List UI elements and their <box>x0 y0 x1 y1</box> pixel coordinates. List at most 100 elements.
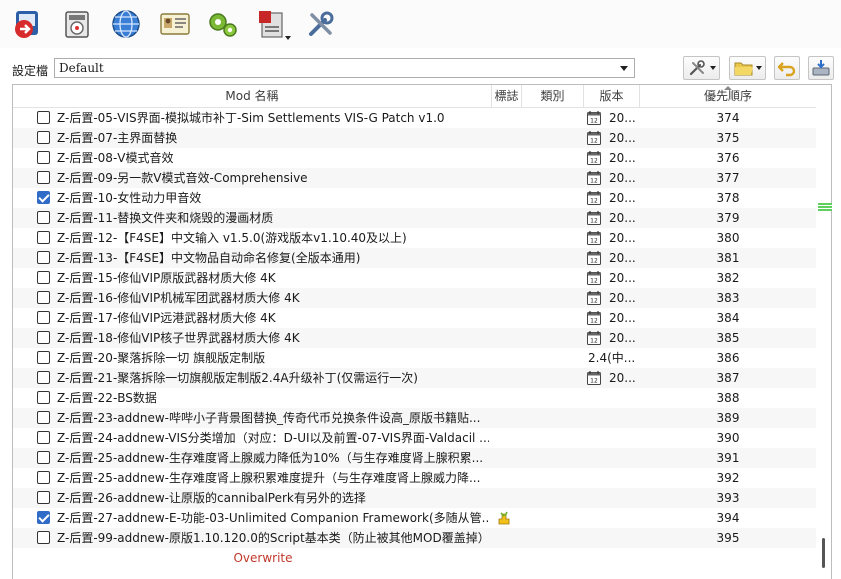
table-row[interactable]: Z-后置-18-修仙VIP核子世界武器材质大修 4K 12 20... 385 <box>13 328 816 348</box>
table-row[interactable]: Z-后置-09-另一款V模式音效-Comprehensive 12 20... 377 <box>13 168 816 188</box>
table-row[interactable]: Z-后置-20-聚落拆除一切 旗舰版定制版 2.4(中... 386 <box>13 348 816 368</box>
mod-name: Z-后置-12-【F4SE】中文输入 v1.5.0(游戏版本v1.10.40及以… <box>57 231 407 245</box>
mod-actions-button[interactable] <box>683 56 720 80</box>
overwrite-row[interactable]: Overwrite <box>13 548 513 568</box>
table-row[interactable]: Z-后置-24-addnew-VIS分类增加（对应：D-UI以及前置-07-VI… <box>13 428 816 448</box>
mod-enable-checkbox[interactable] <box>37 391 50 404</box>
table-row[interactable]: Z-后置-23-addnew-哔哔小子背景图替换_传奇代币兑换条件设高_原版书籍… <box>13 408 816 428</box>
mod-version: 20... <box>609 111 636 125</box>
create-backup-button[interactable] <box>808 56 834 80</box>
header-category[interactable]: 類別 <box>522 85 584 108</box>
restore-backup-button[interactable] <box>774 56 800 80</box>
header-priority[interactable]: 優先順序 <box>640 85 816 108</box>
mod-list: Mod 名稱 標誌 類別 版本 優先順序 Z-后置-05-VIS界面-模拟城市补… <box>12 84 832 579</box>
table-row[interactable]: Z-后置-27-addnew-E-功能-03-Unlimited Compani… <box>13 508 816 528</box>
table-row[interactable]: Z-后置-25-addnew-生存难度肾上腺积累难度提升（与生存难度肾上腺威力降… <box>13 468 816 488</box>
executables-button[interactable] <box>205 6 241 42</box>
mod-name: Z-后置-15-修仙VIP原版武器材质大修 4K <box>57 271 276 285</box>
mod-priority: 383 <box>716 291 740 305</box>
profile-select[interactable]: Default <box>54 58 635 78</box>
mod-enable-checkbox[interactable] <box>37 211 50 224</box>
mod-enable-checkbox[interactable] <box>37 271 50 284</box>
mod-version: 20... <box>609 271 636 285</box>
header-flags[interactable]: 標誌 <box>492 85 522 108</box>
table-row[interactable]: Z-后置-07-主界面替换 12 20... 375 <box>13 128 816 148</box>
header-version-label: 版本 <box>599 89 624 103</box>
undo-arrow-icon <box>777 62 796 77</box>
mod-enable-checkbox[interactable] <box>37 411 50 424</box>
mod-enable-checkbox[interactable] <box>37 151 50 164</box>
tools-menu-button[interactable] <box>255 6 291 42</box>
mod-enable-checkbox[interactable] <box>37 111 50 124</box>
chevron-down-icon <box>755 66 762 70</box>
profiles-icon <box>160 13 190 35</box>
mod-priority: 375 <box>716 131 740 145</box>
mod-enable-checkbox[interactable] <box>37 131 50 144</box>
mod-priority: 395 <box>716 531 740 545</box>
calendar-icon: 12 <box>587 311 601 325</box>
table-row[interactable]: Z-后置-15-修仙VIP原版武器材质大修 4K 12 20... 382 <box>13 268 816 288</box>
profiles-button[interactable] <box>157 6 193 42</box>
table-row[interactable]: Z-后置-21-聚落拆除一切旗舰版定制版2.4A升级补丁(仅需运行一次) 12 20… <box>13 368 816 388</box>
table-row[interactable]: Z-后置-16-修仙VIP机械军团武器材质大修 4K 12 20... 383 <box>13 288 816 308</box>
mod-version: 20... <box>609 151 636 165</box>
mod-enable-checkbox[interactable] <box>37 451 50 464</box>
vertical-scrollbar[interactable] <box>818 108 831 579</box>
mod-enable-checkbox[interactable] <box>37 191 50 204</box>
settings-button[interactable] <box>303 6 339 42</box>
table-row[interactable]: Z-后置-08-V模式音效 12 20... 376 <box>13 148 816 168</box>
svg-text:12: 12 <box>590 338 598 345</box>
mod-priority: 374 <box>716 111 740 125</box>
calendar-icon: 12 <box>587 231 601 245</box>
mod-priority: 394 <box>716 511 740 525</box>
mod-enable-checkbox[interactable] <box>37 311 50 324</box>
mod-enable-checkbox[interactable] <box>37 291 50 304</box>
header-mod-name[interactable]: Mod 名稱 <box>13 85 492 108</box>
table-row[interactable]: Z-后置-17-修仙VIP远港武器材质大修 4K 12 20... 384 <box>13 308 816 328</box>
folder-icon <box>734 62 753 76</box>
header-version[interactable]: 版本 <box>584 85 640 108</box>
mod-enable-checkbox[interactable] <box>37 371 50 384</box>
nexus-button[interactable] <box>108 6 144 42</box>
mod-version: 20... <box>609 211 636 225</box>
svg-text:12: 12 <box>590 198 598 205</box>
mod-enable-checkbox[interactable] <box>37 351 50 364</box>
table-row[interactable]: Z-后置-13-【F4SE】中文物品自动命名修复(全版本通用) 12 20... 38… <box>13 248 816 268</box>
mod-enable-checkbox[interactable] <box>37 231 50 244</box>
svg-text:12: 12 <box>590 258 598 265</box>
mod-enable-checkbox[interactable] <box>37 431 50 444</box>
scrollbar-thumb[interactable] <box>822 538 825 568</box>
profile-label: 設定檔 <box>12 64 49 78</box>
install-mod-icon <box>65 11 89 38</box>
mod-enable-checkbox[interactable] <box>37 251 50 264</box>
table-row[interactable]: Z-后置-25-addnew-生存难度肾上腺威力降低为10%（与生存难度肾上腺积… <box>13 448 816 468</box>
calendar-icon: 12 <box>587 131 601 145</box>
svg-text:12: 12 <box>590 318 598 325</box>
mod-enable-checkbox[interactable] <box>37 511 50 524</box>
mod-priority: 390 <box>716 431 740 445</box>
conflict-marker <box>818 203 832 211</box>
table-row[interactable]: Z-后置-10-女性动力甲音效 12 20... 378 <box>13 188 816 208</box>
mod-enable-checkbox[interactable] <box>37 171 50 184</box>
open-folder-button[interactable] <box>729 56 766 80</box>
mod-version: 20... <box>609 371 636 385</box>
mod-enable-checkbox[interactable] <box>37 531 50 544</box>
mod-priority: 380 <box>716 231 740 245</box>
table-row[interactable]: Z-后置-99-addnew-原版1.10.120.0的Script基本类（防止… <box>13 528 816 548</box>
mod-enable-checkbox[interactable] <box>37 491 50 504</box>
mod-enable-checkbox[interactable] <box>37 471 50 484</box>
table-row[interactable]: Z-后置-22-BS数据 388 <box>13 388 816 408</box>
mod-enable-checkbox[interactable] <box>37 331 50 344</box>
install-mod-button[interactable] <box>60 6 96 42</box>
wrench-screwdriver-icon <box>689 60 705 76</box>
table-row[interactable]: Z-后置-26-addnew-让原版的cannibalPerk有另外的选择 393 <box>13 488 816 508</box>
change-game-button[interactable] <box>10 6 46 42</box>
mod-name: Z-后置-16-修仙VIP机械军团武器材质大修 4K <box>57 291 300 305</box>
table-row[interactable]: Z-后置-05-VIS界面-模拟城市补丁-Sim Settlements VIS… <box>13 108 816 128</box>
table-row[interactable]: Z-后置-11-替换文件夹和烧毁的漫画材质 12 20... 379 <box>13 208 816 228</box>
mod-name: Z-后置-17-修仙VIP远港武器材质大修 4K <box>57 311 276 325</box>
table-row[interactable]: Z-后置-12-【F4SE】中文输入 v1.5.0(游戏版本v1.10.40及以… <box>13 228 816 248</box>
mod-version: 20... <box>609 231 636 245</box>
mod-name: Z-后置-10-女性动力甲音效 <box>57 191 202 205</box>
mod-priority: 376 <box>716 151 740 165</box>
